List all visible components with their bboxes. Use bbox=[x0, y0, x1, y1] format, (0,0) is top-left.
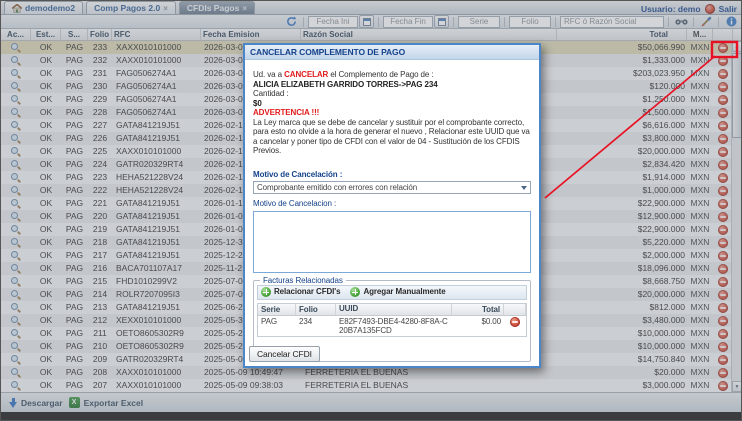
agregar-manualmente-button[interactable]: Agregar Manualmente bbox=[350, 287, 445, 297]
factura-total: $0.00 bbox=[452, 317, 504, 335]
app-window: demodemo2 Comp Pagos 2.0 × CFDIs Pagos ×… bbox=[0, 0, 742, 421]
motivo-select-value: Comprobante emitido con errores con rela… bbox=[257, 183, 417, 193]
cantidad-value: $0 bbox=[253, 99, 531, 109]
relacionar-cfdis-button[interactable]: Relacionar CFDI's bbox=[261, 287, 340, 297]
add-icon bbox=[350, 287, 360, 297]
cancel-word: CANCELAR bbox=[284, 70, 328, 79]
factura-row[interactable]: PAG 234 E82F7493-DBE4-4280-8F8A-C20B7A13… bbox=[258, 316, 526, 336]
factura-uuid: E82F7493-DBE4-4280-8F8A-C20B7A135FCD bbox=[336, 317, 452, 335]
factura-serie: PAG bbox=[258, 317, 296, 335]
facturas-toolbar: Relacionar CFDI's Agregar Manualmente bbox=[257, 285, 527, 300]
facturas-column-folio[interactable]: Folio bbox=[296, 304, 336, 315]
factura-folio: 234 bbox=[296, 317, 336, 335]
cancel-payment-modal: CANCELAR COMPLEMENTO DE PAGO Ud. va a CA… bbox=[243, 43, 541, 368]
facturas-column-total[interactable]: Total bbox=[452, 304, 504, 315]
modal-intro: Ud. va a CANCELAR el Complemento de Pago… bbox=[253, 70, 531, 80]
remove-factura-icon[interactable] bbox=[510, 317, 520, 327]
warning-title: ADVERTENCIA !!! bbox=[253, 108, 531, 118]
modal-title[interactable]: CANCELAR COMPLEMENTO DE PAGO bbox=[245, 45, 539, 60]
warning-text: La Ley marca que se debe de cancelar y s… bbox=[253, 118, 531, 156]
motivo-cancelacion-textarea[interactable] bbox=[253, 211, 531, 273]
facturas-legend: Facturas Relacionadas bbox=[260, 276, 346, 286]
motivo-text-label: Motivo de Cancelacion : bbox=[253, 199, 531, 209]
facturas-table: Serie Folio UUID Total PAG 234 E82F7493-… bbox=[257, 303, 527, 337]
modal-recipient: ALICIA ELIZABETH GARRIDO TORRES->PAG 234 bbox=[253, 80, 531, 90]
cantidad-label: Cantidad : bbox=[253, 89, 531, 99]
facturas-column-uuid[interactable]: UUID bbox=[336, 304, 452, 315]
motivo-cancelacion-select[interactable]: Comprobante emitido con errores con rela… bbox=[253, 181, 531, 194]
add-icon bbox=[261, 287, 271, 297]
motivo-select-label: Motivo de Cancelación : bbox=[253, 170, 531, 180]
facturas-column-serie[interactable]: Serie bbox=[258, 304, 296, 315]
cancelar-cfdi-button[interactable]: Cancelar CFDI bbox=[249, 346, 320, 362]
chevron-down-icon bbox=[521, 186, 527, 190]
